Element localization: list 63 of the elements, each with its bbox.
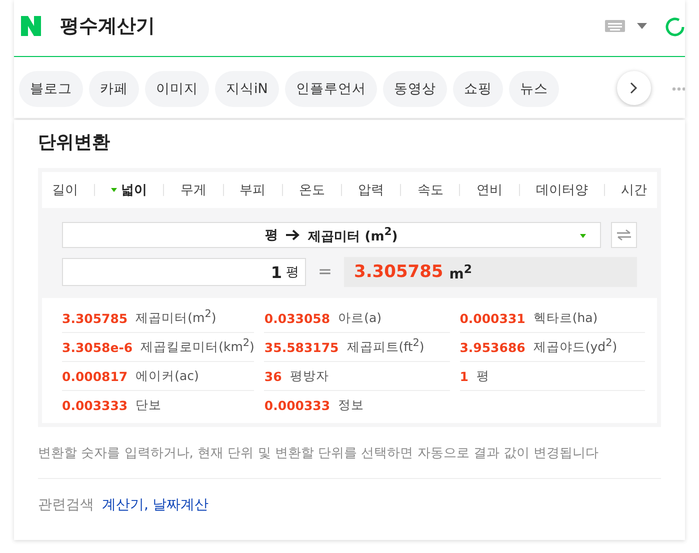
unit-tab[interactable]: 데이터양 (536, 181, 588, 199)
dropdown-caret-icon[interactable] (637, 23, 647, 29)
unit-tab[interactable]: 넓이 (111, 181, 148, 199)
search-query[interactable]: 평수계산기 (60, 14, 155, 38)
related-link[interactable]: 계산기 (102, 496, 144, 514)
related-label: 관련검색 (38, 496, 94, 514)
result-value: 3.3058e-6 (62, 340, 133, 354)
unit-select[interactable]: 평 제곱미터 (m$^{2}$) (62, 222, 601, 248)
result-value: 0.000331 (460, 310, 526, 326)
loading-icon (665, 17, 685, 37)
unit-tab[interactable]: 부피 (240, 181, 266, 199)
help-text: 변환할 숫자를 입력하거나, 현재 단위 및 변환할 단위를 선택하면 자동으로 결과 값이 변경됩니다 (38, 427, 661, 479)
more-icon[interactable] (672, 87, 685, 91)
result-unit: 헥타르(ha) (533, 310, 598, 326)
link-separator: , (144, 497, 148, 513)
category-chip[interactable]: 지식iN (215, 71, 279, 107)
category-chip[interactable]: 쇼핑 (452, 71, 503, 107)
result-unit: 제곱킬로미터(km$^{2}$) (140, 337, 254, 357)
result-value: 1 (460, 368, 468, 384)
result-unit: 평방자 (290, 368, 329, 384)
result-value: 0.000333 (264, 398, 330, 412)
unit-tab[interactable]: 온도 (298, 181, 325, 199)
result-value: 0.033058 (264, 310, 330, 326)
chevron-right-icon (630, 82, 638, 94)
result-unit: 제곱미터(m$^{2}$) (136, 308, 216, 328)
result-value: 36 (264, 368, 282, 384)
category-chip[interactable]: 동영상 (382, 71, 447, 107)
result-value: 0.000817 (62, 368, 128, 384)
equals-sign: = (316, 262, 334, 282)
result-value: 35.583175 (264, 340, 339, 354)
result-unit: 아르(a) (338, 310, 382, 326)
next-button[interactable] (617, 71, 651, 105)
category-chip[interactable]: 블로그 (19, 71, 83, 107)
result-unit: 제곱야드(yd$^{2}$) (533, 337, 618, 357)
unit-tab[interactable]: 압력 (358, 181, 384, 199)
result-unit: 정보 (338, 396, 364, 414)
caret-icon (111, 188, 118, 192)
result-unit: 에이커(ac) (136, 368, 199, 384)
category-chip[interactable]: 뉴스 (508, 71, 559, 107)
input-field[interactable]: 1 평 (62, 258, 306, 286)
category-chip[interactable]: 인플루언서 (284, 71, 377, 107)
result-value: 0.003333 (62, 398, 128, 412)
result-value: 3.953686 (460, 340, 526, 354)
unit-tab[interactable]: 무게 (180, 181, 206, 199)
keyboard-icon[interactable] (605, 20, 625, 32)
swap-button[interactable] (611, 222, 637, 248)
result-unit: 제곱피트(ft$^{2}$) (346, 337, 424, 357)
swap-icon (616, 229, 632, 241)
converter-title: 단위변환 (38, 131, 111, 155)
result-value: 3.305785 (62, 310, 128, 326)
arrow-icon (286, 228, 300, 241)
category-chip[interactable]: 카페 (89, 71, 139, 107)
category-chip[interactable]: 이미지 (145, 71, 209, 107)
unit-tab[interactable]: 길이 (52, 181, 78, 199)
unit-tab[interactable]: 연비 (476, 181, 503, 199)
result-field: 3.305785 m$^{2}$ (344, 257, 637, 287)
unit-tab[interactable]: 속도 (417, 181, 444, 199)
result-unit: 평 (476, 368, 490, 384)
related-link[interactable]: 날짜계산 (152, 496, 208, 514)
result-unit: 단보 (136, 396, 162, 414)
logo-icon (19, 14, 43, 38)
unit-tab[interactable]: 시간 (620, 181, 647, 199)
caret-icon (580, 234, 586, 238)
